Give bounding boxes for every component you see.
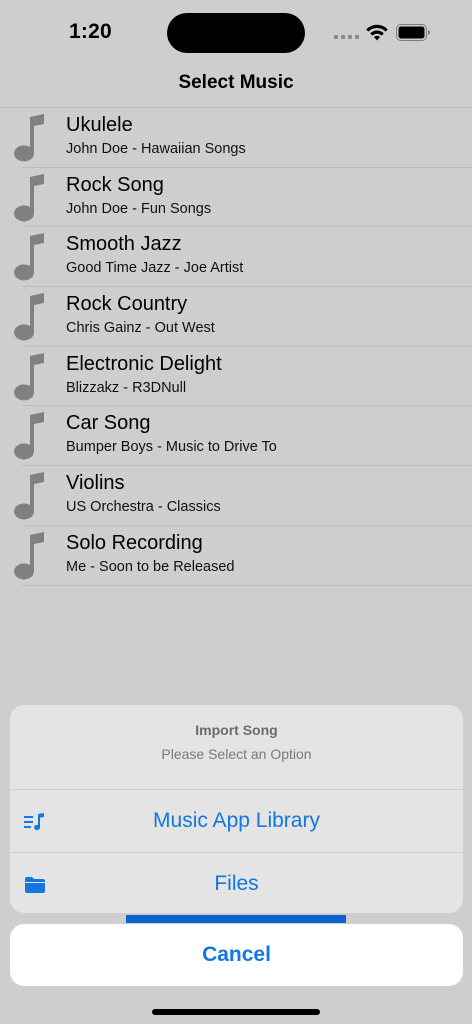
song-row-rock-song[interactable]: Rock Song John Doe - Fun Songs bbox=[14, 168, 472, 228]
song-title: Rock Country bbox=[66, 293, 188, 316]
music-note-icon bbox=[14, 114, 44, 162]
music-app-library-button[interactable]: Music App Library bbox=[10, 789, 463, 852]
song-subtitle: Me - Soon to be Released bbox=[66, 558, 235, 575]
status-time: 1:20 bbox=[69, 20, 112, 43]
music-note-icon bbox=[14, 293, 44, 341]
song-subtitle: John Doe - Hawaiian Songs bbox=[66, 141, 246, 157]
status-bar: 1:20 bbox=[0, 0, 472, 64]
song-row-car-song[interactable]: Car Song Bumper Boys - Music to Drive To bbox=[14, 406, 472, 467]
wifi-icon bbox=[366, 24, 388, 41]
song-subtitle: Good Time Jazz - Joe Artist bbox=[66, 260, 244, 277]
cancel-label: Cancel bbox=[202, 943, 271, 966]
music-note-icon bbox=[14, 352, 44, 401]
song-title: Smooth Jazz bbox=[66, 233, 182, 256]
song-subtitle: Blizzakz - R3DNull bbox=[66, 379, 187, 396]
song-subtitle: Chris Gainz - Out West bbox=[66, 320, 215, 337]
song-row-violins[interactable]: Violins US Orchestra - Classics bbox=[14, 466, 472, 526]
song-title: Ukulele bbox=[66, 114, 133, 136]
option-label: Music App Library bbox=[153, 809, 320, 832]
battery-icon bbox=[396, 24, 430, 41]
song-title: Violins bbox=[66, 472, 125, 495]
music-note-icon bbox=[14, 472, 44, 520]
sheet-message: Please Select an Option bbox=[161, 746, 312, 762]
sheet-title: Import Song bbox=[195, 722, 278, 738]
music-note-icon bbox=[14, 531, 44, 580]
selection-highlight bbox=[126, 915, 346, 923]
dynamic-island bbox=[167, 13, 305, 53]
song-row-rock-country[interactable]: Rock Country Chris Gainz - Out West bbox=[14, 287, 472, 347]
song-row-smooth-jazz[interactable]: Smooth Jazz Good Time Jazz - Joe Artist bbox=[14, 227, 472, 288]
song-row-solo-recording[interactable]: Solo Recording Me - Soon to be Released bbox=[14, 526, 472, 586]
song-title: Rock Song bbox=[66, 173, 164, 196]
music-note-icon bbox=[14, 412, 44, 460]
option-label: Files bbox=[214, 872, 259, 895]
files-button[interactable]: Files bbox=[10, 852, 463, 913]
song-subtitle: Bumper Boys - Music to Drive To bbox=[66, 439, 277, 456]
cancel-button[interactable]: Cancel bbox=[10, 924, 463, 986]
music-note-icon bbox=[14, 233, 44, 281]
song-title: Electronic Delight bbox=[66, 352, 222, 375]
song-subtitle: US Orchestra - Classics bbox=[66, 499, 221, 516]
home-indicator[interactable] bbox=[152, 1009, 320, 1015]
song-list: Ukulele John Doe - Hawaiian Songs Rock S… bbox=[0, 107, 472, 586]
song-subtitle: John Doe - Fun Songs bbox=[66, 200, 212, 217]
song-title: Car Song bbox=[66, 412, 151, 435]
song-title: Solo Recording bbox=[66, 531, 203, 554]
song-row-ukulele[interactable]: Ukulele John Doe - Hawaiian Songs bbox=[14, 108, 472, 168]
cellular-signal-icon bbox=[334, 35, 359, 39]
music-note-icon bbox=[14, 173, 44, 222]
page-title: Select Music bbox=[178, 72, 294, 93]
song-row-electronic-delight[interactable]: Electronic Delight Blizzakz - R3DNull bbox=[14, 347, 472, 407]
import-action-sheet: Import Song Please Select an Option Musi… bbox=[10, 705, 463, 913]
